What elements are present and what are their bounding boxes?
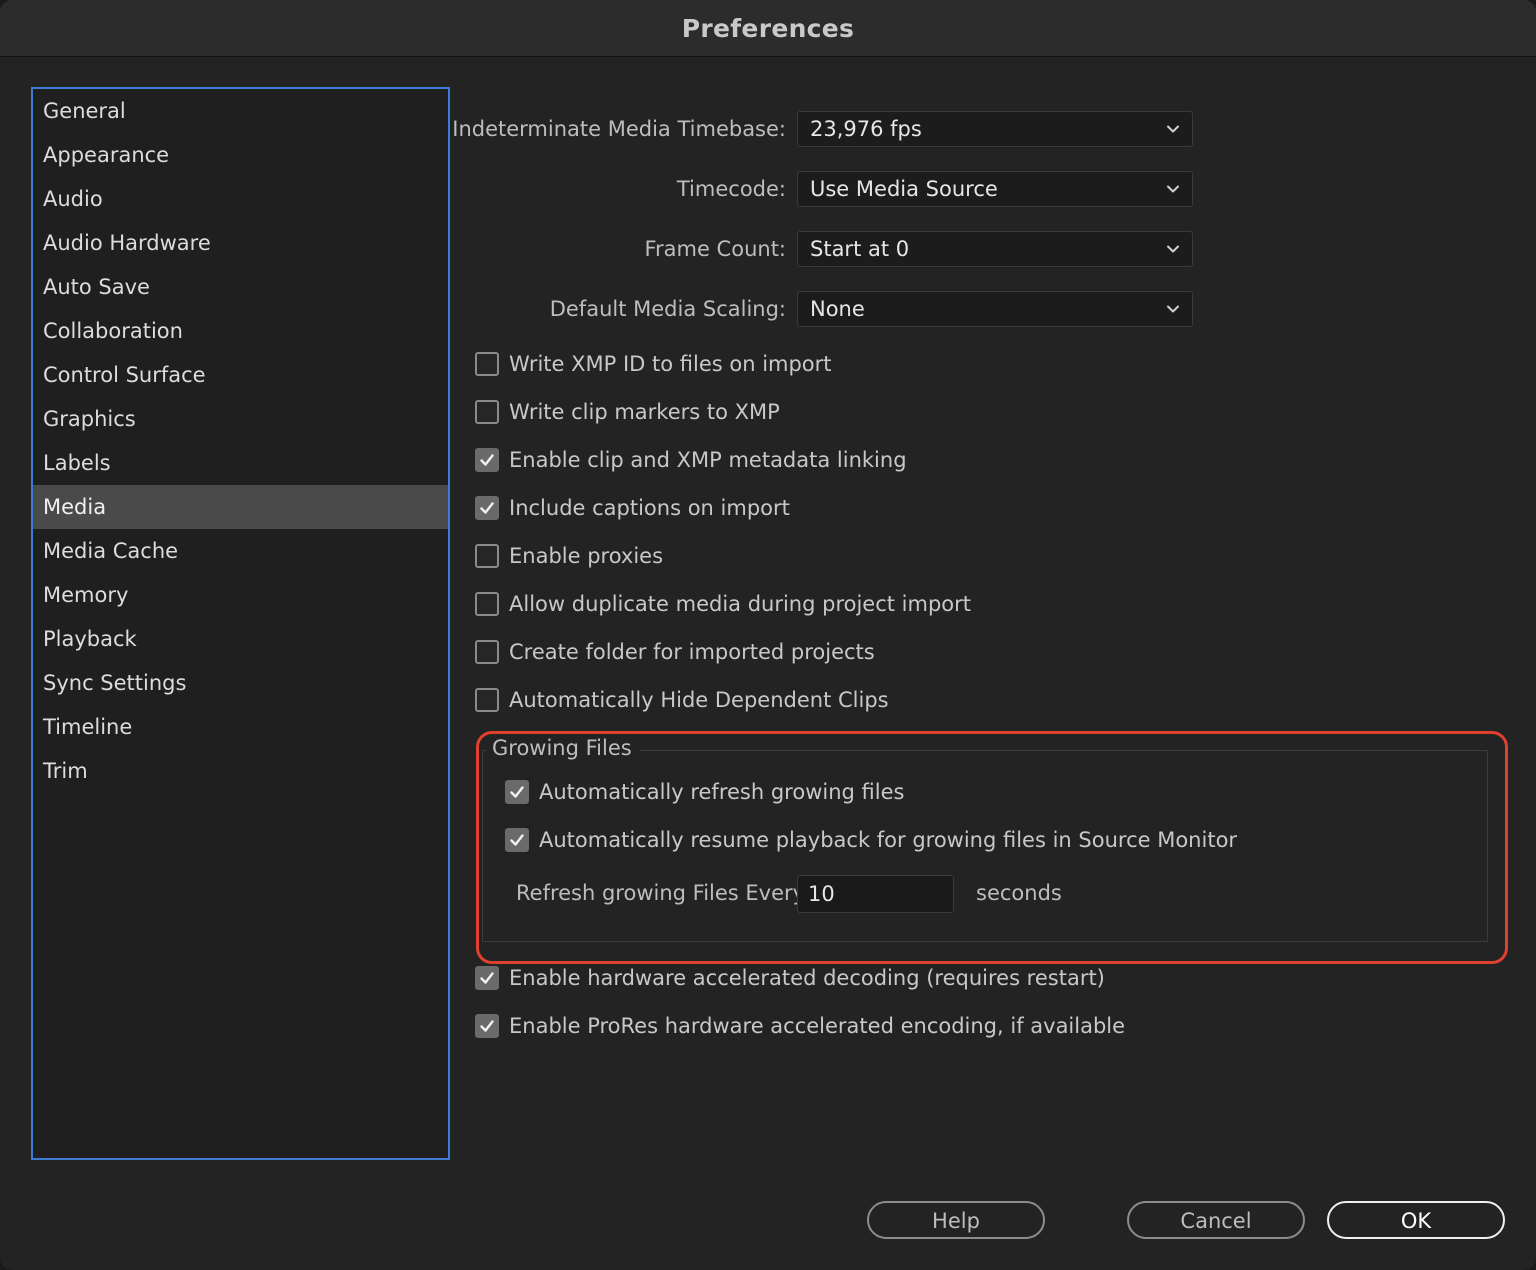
option-hide-dependent-clips[interactable]: Automatically Hide Dependent Clips [475, 685, 889, 715]
timecode-label: Timecode: [676, 177, 786, 201]
timebase-label: Indeterminate Media Timebase: [452, 117, 786, 141]
checkbox-unchecked[interactable] [475, 688, 499, 712]
timebase-value: 23,976 fps [810, 117, 922, 141]
option-label: Automatically refresh growing files [539, 780, 905, 804]
timecode-value: Use Media Source [810, 177, 998, 201]
checkmark-icon [510, 786, 524, 798]
option-enable-proxies[interactable]: Enable proxies [475, 541, 663, 571]
frame-count-dropdown[interactable]: Start at 0 [797, 231, 1193, 267]
option-hw-decoding[interactable]: Enable hardware accelerated decoding (re… [475, 963, 1105, 993]
option-auto-refresh-growing[interactable]: Automatically refresh growing files [505, 777, 904, 807]
option-label: Enable ProRes hardware accelerated encod… [509, 1014, 1126, 1038]
preferences-window: Preferences General Appearance Audio Aud… [0, 0, 1536, 1270]
sidebar-item-trim[interactable]: Trim [33, 749, 448, 793]
checkmark-icon [480, 454, 494, 466]
sidebar-item-memory[interactable]: Memory [33, 573, 448, 617]
option-label: Allow duplicate media during project imp… [509, 592, 972, 616]
checkbox-unchecked[interactable] [475, 640, 499, 664]
option-label: Create folder for imported projects [509, 640, 875, 664]
scaling-label: Default Media Scaling: [549, 297, 786, 321]
frame-count-label: Frame Count: [644, 237, 786, 261]
timecode-dropdown[interactable]: Use Media Source [797, 171, 1193, 207]
chevron-down-icon [1167, 125, 1179, 133]
frame-count-value: Start at 0 [810, 237, 910, 261]
sidebar-item-graphics[interactable]: Graphics [33, 397, 448, 441]
title-bar[interactable]: Preferences [0, 0, 1536, 57]
scaling-dropdown[interactable]: None [797, 291, 1193, 327]
checkbox-unchecked[interactable] [475, 544, 499, 568]
sidebar-item-timeline[interactable]: Timeline [33, 705, 448, 749]
checkbox-unchecked[interactable] [475, 592, 499, 616]
sidebar-item-control-surface[interactable]: Control Surface [33, 353, 448, 397]
checkbox-checked[interactable] [505, 780, 529, 804]
option-label: Enable clip and XMP metadata linking [509, 448, 907, 472]
option-allow-duplicate-media[interactable]: Allow duplicate media during project imp… [475, 589, 971, 619]
growing-files-title: Growing Files [486, 736, 640, 760]
option-label: Automatically Hide Dependent Clips [509, 688, 889, 712]
refresh-interval-label: Refresh growing Files Every [516, 881, 806, 905]
checkmark-icon [480, 1020, 494, 1032]
option-metadata-linking[interactable]: Enable clip and XMP metadata linking [475, 445, 907, 475]
refresh-interval-unit: seconds [976, 881, 1062, 905]
option-label: Include captions on import [509, 496, 790, 520]
checkbox-checked[interactable] [475, 966, 499, 990]
sidebar-item-playback[interactable]: Playback [33, 617, 448, 661]
option-auto-resume-playback[interactable]: Automatically resume playback for growin… [505, 825, 1237, 855]
window-title: Preferences [681, 13, 855, 43]
checkbox-unchecked[interactable] [475, 352, 499, 376]
option-label: Enable proxies [509, 544, 664, 568]
option-label: Write XMP ID to files on import [509, 352, 832, 376]
option-write-xmp-id[interactable]: Write XMP ID to files on import [475, 349, 832, 379]
checkbox-checked[interactable] [475, 448, 499, 472]
ok-button[interactable]: OK [1327, 1201, 1505, 1239]
sidebar-item-sync-settings[interactable]: Sync Settings [33, 661, 448, 705]
option-label: Write clip markers to XMP [509, 400, 780, 424]
option-label: Enable hardware accelerated decoding (re… [509, 966, 1105, 990]
chevron-down-icon [1167, 185, 1179, 193]
option-label: Automatically resume playback for growin… [539, 828, 1238, 852]
checkbox-unchecked[interactable] [475, 400, 499, 424]
option-include-captions[interactable]: Include captions on import [475, 493, 790, 523]
chevron-down-icon [1167, 305, 1179, 313]
scaling-value: None [810, 297, 865, 321]
sidebar-item-media-cache[interactable]: Media Cache [33, 529, 448, 573]
help-button[interactable]: Help [867, 1201, 1045, 1239]
refresh-interval-input[interactable] [797, 875, 954, 913]
option-prores-encoding[interactable]: Enable ProRes hardware accelerated encod… [475, 1011, 1125, 1041]
checkbox-checked[interactable] [475, 1014, 499, 1038]
timebase-dropdown[interactable]: 23,976 fps [797, 111, 1193, 147]
checkmark-icon [510, 834, 524, 846]
sidebar-item-labels[interactable]: Labels [33, 441, 448, 485]
checkmark-icon [480, 502, 494, 514]
checkmark-icon [480, 972, 494, 984]
option-write-clip-markers[interactable]: Write clip markers to XMP [475, 397, 780, 427]
option-create-folder[interactable]: Create folder for imported projects [475, 637, 875, 667]
chevron-down-icon [1167, 245, 1179, 253]
sidebar-item-media[interactable]: Media [33, 485, 448, 529]
checkbox-checked[interactable] [505, 828, 529, 852]
checkbox-checked[interactable] [475, 496, 499, 520]
cancel-button[interactable]: Cancel [1127, 1201, 1305, 1239]
